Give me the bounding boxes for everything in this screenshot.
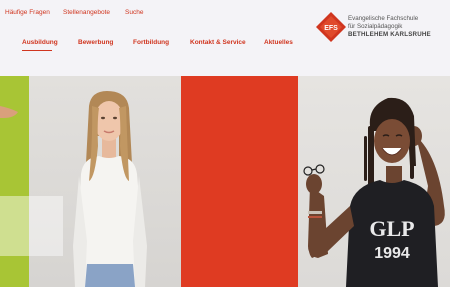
nav-faq-link[interactable]: Häufige Fragen — [5, 9, 50, 16]
overlay-box — [0, 196, 63, 256]
svg-text:EFS: EFS — [324, 25, 338, 32]
red-panel — [181, 76, 298, 287]
school-logo[interactable]: EFS Evangelische Fachschule für Sozialpä… — [316, 12, 450, 46]
nav-bewerbung[interactable]: Bewerbung — [78, 39, 113, 46]
nav-kontakt-service[interactable]: Kontakt & Service — [190, 39, 246, 46]
logo-line-2: für Sozialpädagogik — [348, 23, 403, 30]
shirt-text-top: GLP — [369, 216, 414, 241]
nav-aktuelles[interactable]: Aktuelles — [264, 39, 293, 46]
site-header: Häufige Fragen Stellenangebote Suche Aus… — [0, 0, 450, 76]
nav-fortbildung[interactable]: Fortbildung — [133, 39, 169, 46]
student-photo-right: GLP 1994 — [298, 76, 450, 287]
shirt-text-bottom: 1994 — [374, 245, 410, 262]
nav-ausbildung[interactable]: Ausbildung — [22, 39, 58, 46]
hero-banner: GLP 1994 — [0, 76, 450, 287]
logo-mark-icon: EFS — [316, 12, 346, 42]
active-nav-underline — [22, 50, 52, 51]
logo-line-3: BETHLEHEM KARLSRUHE — [348, 31, 431, 38]
nav-search-link[interactable]: Suche — [125, 9, 143, 16]
nav-jobs-link[interactable]: Stellenangebote — [63, 9, 110, 16]
logo-line-1: Evangelische Fachschule — [348, 15, 419, 22]
